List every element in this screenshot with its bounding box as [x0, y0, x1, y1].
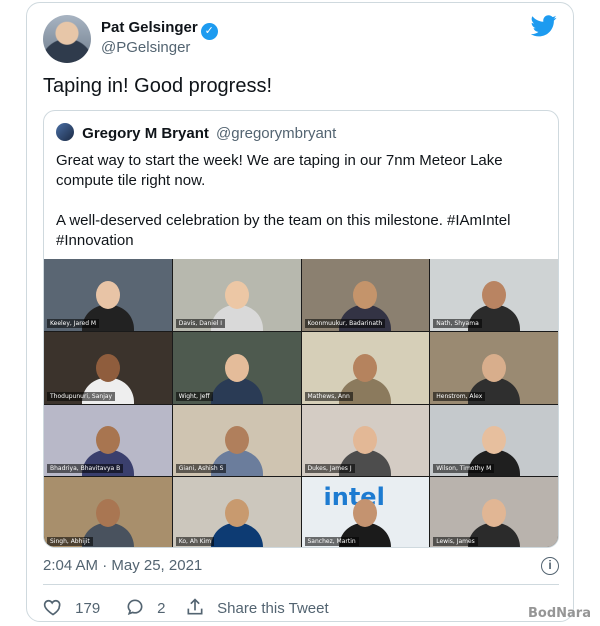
participant-name: Davis, Daniel I [175, 318, 226, 328]
participant-head [482, 499, 507, 527]
author-avatar[interactable] [43, 15, 91, 63]
participant-head [482, 353, 507, 382]
quoted-tweet-paragraph: Great way to start the week! We are tapi… [56, 152, 503, 189]
participant-head [353, 426, 378, 455]
participant-name: Mathews, Ann [304, 391, 353, 401]
participant-head [482, 280, 507, 309]
video-call-photo[interactable]: Keeley, Jared M Davis, Daniel I Koonmuukur… [44, 259, 558, 547]
participant-name: Henstrom, Alex [433, 391, 486, 401]
participant-head [224, 353, 249, 382]
video-tile: Bhadriya, Bhavitavya B [44, 404, 172, 477]
quoted-author-avatar[interactable] [56, 123, 74, 141]
participant-name: Keeley, Jared M [47, 318, 100, 328]
participant-name: Singh, Abhijit [47, 537, 93, 546]
tweet-card[interactable]: Pat Gelsinger ✓ @PGelsinger Taping in! Go… [26, 2, 574, 622]
quoted-author-handle[interactable]: @gregorymbryant [216, 125, 336, 142]
participant-name: Giani, Ashish S [175, 464, 227, 474]
info-icon[interactable]: i [541, 557, 559, 575]
quoted-tweet-body: Great way to start the week! We are tapi… [56, 151, 546, 271]
participant-name: Koonmuukur, Badarinath [304, 318, 386, 328]
reply-button[interactable]: 2 [125, 597, 166, 617]
video-tile: Davis, Daniel I [172, 259, 301, 331]
participant-name: Lewis, James [433, 537, 478, 546]
participant-name: Ko, Ah Kim [175, 537, 215, 546]
participant-head [482, 426, 507, 455]
video-tile: Nath, Shyama [430, 259, 558, 331]
video-tile: Wight, Jeff [172, 331, 301, 404]
quoted-tweet-paragraph: A well-deserved celebration by the team … [56, 212, 511, 249]
twitter-bird-icon[interactable] [531, 15, 557, 37]
heart-icon [43, 599, 61, 616]
like-count: 179 [75, 600, 101, 617]
participant-name: Sanchez, Martin [304, 537, 359, 546]
participant-name: Thodupunuri, Sanjay [47, 391, 116, 401]
reply-count: 2 [157, 600, 166, 617]
participant-head [353, 499, 378, 527]
participant-head [95, 499, 120, 527]
video-tile: Thodupunuri, Sanjay [44, 331, 172, 404]
participant-head [353, 280, 378, 309]
divider [43, 584, 559, 585]
participant-figure [210, 499, 263, 547]
video-tile: Lewis, James [430, 477, 558, 547]
participant-name: Bhadriya, Bhavitavya B [47, 464, 124, 474]
participant-head [95, 353, 120, 382]
video-tile: Dukes, James J [301, 404, 430, 477]
tweet-author[interactable]: Pat Gelsinger ✓ @PGelsinger [43, 15, 523, 63]
participant-head [224, 426, 249, 455]
participant-head [95, 280, 120, 309]
video-tile: Henstrom, Alex [430, 331, 558, 404]
timestamp-row: 2:04 AM · May 25, 2021 i [43, 557, 559, 577]
author-handle[interactable]: @PGelsinger [101, 39, 190, 56]
video-tile: Ko, Ah Kim [172, 477, 301, 547]
share-upload-icon [187, 598, 203, 615]
tweet-timestamp[interactable]: 2:04 AM · May 25, 2021 [43, 557, 202, 574]
video-tile: Singh, Abhijit [44, 477, 172, 547]
video-tile: Mathews, Ann [301, 331, 430, 404]
author-name-row[interactable]: Pat Gelsinger ✓ [101, 19, 218, 40]
participant-name: Nath, Shyama [433, 318, 482, 328]
video-tile: Koonmuukur, Badarinath [301, 259, 430, 331]
participant-head [224, 499, 249, 527]
quoted-tweet-header[interactable]: Gregory M Bryant @gregorymbryant [56, 123, 336, 143]
participant-name: Wight, Jeff [175, 391, 213, 401]
like-button[interactable]: 179 [43, 597, 100, 617]
share-button[interactable]: Share this Tweet [185, 597, 329, 617]
participant-name: Dukes, James J [304, 464, 355, 474]
author-name[interactable]: Pat Gelsinger [101, 19, 198, 36]
quoted-author-name[interactable]: Gregory M Bryant [82, 125, 209, 142]
video-tile: Keeley, Jared M [44, 259, 172, 331]
video-tile: Giani, Ashish S [172, 404, 301, 477]
quoted-tweet[interactable]: Gregory M Bryant @gregorymbryant Great w… [43, 110, 559, 548]
participant-head [95, 426, 120, 455]
participant-head [224, 280, 249, 309]
verified-badge-icon: ✓ [200, 23, 218, 40]
video-tile: intel Sanchez, Martin [301, 477, 430, 547]
reply-bubble-icon [127, 599, 143, 616]
participant-head [353, 353, 378, 382]
share-label: Share this Tweet [217, 600, 329, 617]
watermark-logo: BodNara [528, 606, 591, 621]
participant-name: Wilson, Timothy M [433, 464, 495, 474]
participant-figure [210, 353, 263, 404]
video-tile: Wilson, Timothy M [430, 404, 558, 477]
tweet-text: Taping in! Good progress! [43, 75, 273, 97]
